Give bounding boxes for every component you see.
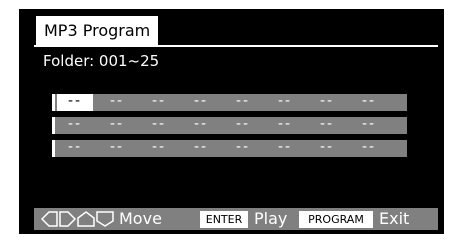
program-slot[interactable]: -- [351, 140, 387, 157]
row-edge [52, 94, 55, 111]
program-slot[interactable]: -- [183, 117, 219, 134]
program-slot[interactable]: -- [309, 117, 345, 134]
up-arrow-icon [77, 211, 95, 227]
program-slot[interactable]: -- [267, 94, 303, 111]
program-row: -- -- -- -- -- -- -- -- [52, 140, 407, 157]
screen-top-border [34, 45, 438, 47]
program-slot[interactable]: -- [351, 117, 387, 134]
folder-label: Folder: 001~25 [43, 52, 160, 70]
footer-bar: Move ENTER Play PROGRAM Exit [34, 208, 438, 230]
program-slot[interactable]: -- [225, 140, 261, 157]
program-slot[interactable]: -- [57, 140, 93, 157]
play-label: Play [254, 209, 288, 228]
program-slot[interactable]: -- [225, 117, 261, 134]
program-key-badge[interactable]: PROGRAM [299, 211, 373, 228]
program-row: -- -- -- -- -- -- -- -- [52, 117, 407, 134]
program-slot[interactable]: -- [267, 117, 303, 134]
program-slot[interactable]: -- [183, 94, 219, 111]
program-grid: -- -- -- -- -- -- -- -- -- -- -- -- -- -- -- -- -- -- -- --… [52, 94, 407, 157]
program-slot[interactable]: -- [99, 140, 135, 157]
tab-mp3-program: MP3 Program [34, 14, 160, 47]
program-slot[interactable]: -- [267, 140, 303, 157]
program-slot[interactable]: -- [141, 117, 177, 134]
row-edge [52, 140, 55, 157]
move-label: Move [119, 209, 162, 228]
down-arrow-icon [96, 211, 114, 227]
right-arrow-icon [59, 211, 77, 227]
enter-key-badge[interactable]: ENTER [200, 211, 248, 228]
program-slot[interactable]: -- [351, 94, 387, 111]
program-slot[interactable]: -- [225, 94, 261, 111]
program-slot[interactable]: -- [141, 140, 177, 157]
program-slot[interactable]: -- [309, 94, 345, 111]
nav-arrows [41, 211, 115, 227]
program-slot[interactable]: -- [141, 94, 177, 111]
program-slot[interactable]: -- [99, 94, 135, 111]
program-slot[interactable]: -- [57, 117, 93, 134]
program-slot[interactable]: -- [183, 140, 219, 157]
left-arrow-icon [41, 211, 58, 227]
program-slot[interactable]: -- [309, 140, 345, 157]
exit-label: Exit [379, 209, 410, 228]
program-row: -- -- -- -- -- -- -- -- [52, 94, 407, 111]
row-edge [52, 117, 55, 134]
program-slot[interactable]: -- [99, 117, 135, 134]
program-slot[interactable]: -- [57, 94, 93, 111]
